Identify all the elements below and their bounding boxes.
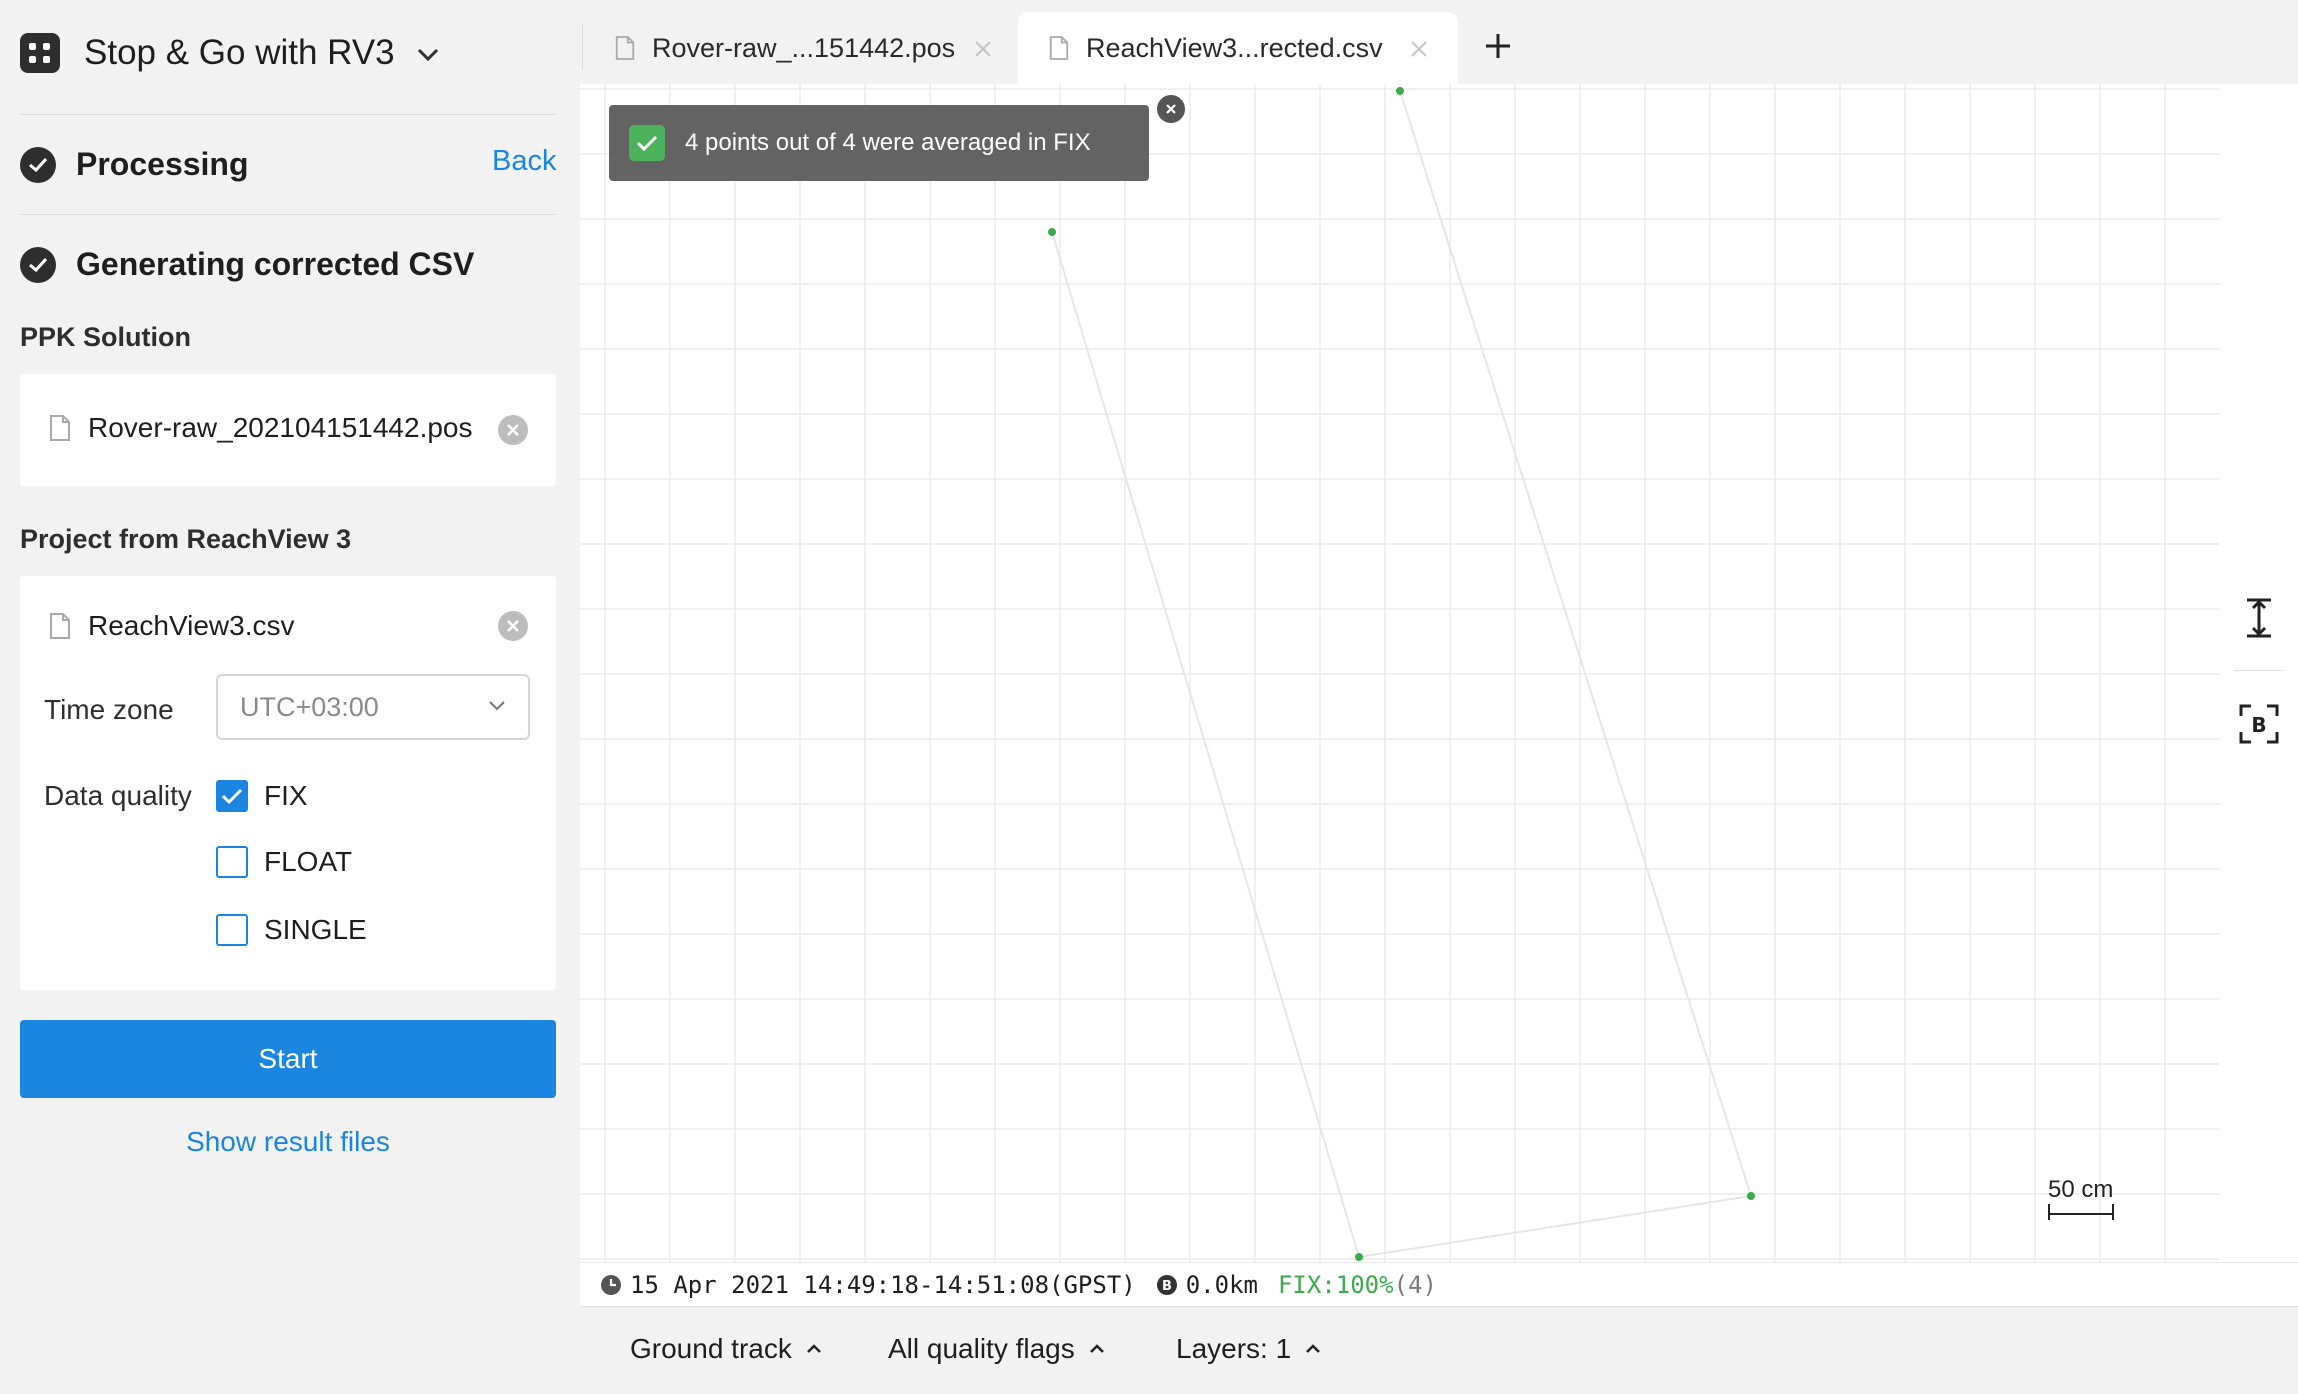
ground-track <box>1048 87 1755 1261</box>
tab-label: ReachView3...rected.csv <box>1086 32 1383 63</box>
tab-reachview-csv[interactable]: ReachView3...rected.csv <box>1018 12 1458 84</box>
project-file-row: ReachView3.csv <box>48 610 294 642</box>
tab-rover-pos[interactable]: Rover-raw_...151442.pos <box>612 12 1016 84</box>
timezone-select[interactable]: UTC+03:00 <box>216 674 530 740</box>
checkbox-label: FLOAT <box>264 846 353 877</box>
quality-label: Data quality <box>44 780 192 811</box>
chevron-down-icon <box>489 701 505 711</box>
timezone-value: UTC+03:00 <box>240 692 379 722</box>
app-grid-icon[interactable] <box>20 33 60 73</box>
timezone-label: Time zone <box>44 694 174 725</box>
project-file-name: ReachView3.csv <box>88 610 295 641</box>
plus-icon[interactable] <box>1480 28 1516 64</box>
chevron-up-icon <box>1089 1344 1104 1353</box>
project-card: ReachView3.csv Time zone UTC+03:00 Data … <box>20 576 556 990</box>
back-link[interactable]: Back <box>492 145 556 178</box>
clear-icon[interactable] <box>498 611 528 641</box>
quality-flags-dropdown[interactable]: All quality flags <box>888 1333 1105 1365</box>
tab-label: Rover-raw_...151442.pos <box>652 32 956 63</box>
close-icon[interactable] <box>974 40 992 58</box>
ppk-section-title: PPK Solution <box>20 322 191 352</box>
map-canvas[interactable]: 4 points out of 4 were averaged in FIX 5… <box>580 84 2220 1262</box>
track-point[interactable] <box>1396 87 1404 95</box>
checkbox-checked[interactable] <box>216 780 248 812</box>
base-icon: B <box>1156 1274 1178 1296</box>
chevron-up-icon <box>1306 1344 1321 1353</box>
status-time-range: 15 Apr 2021 14:49:18-14:51:08(GPST) <box>630 1270 1136 1299</box>
divider <box>20 214 556 215</box>
checkbox-label: FIX <box>264 780 308 811</box>
bottom-bar: Ground track All quality flags Layers: 1 <box>580 1306 2298 1394</box>
check-icon <box>629 125 665 161</box>
show-results-link[interactable]: Show result files <box>20 1126 556 1158</box>
quality-float-checkbox[interactable]: FLOAT <box>216 846 352 878</box>
dropdown-label: All quality flags <box>888 1333 1075 1364</box>
status-bar: 15 Apr 2021 14:49:18-14:51:08(GPST) B 0.… <box>580 1262 2298 1306</box>
status-fix: FIX:100% <box>1277 1270 1394 1299</box>
dropdown-label: Layers: 1 <box>1176 1333 1292 1364</box>
toast-text: 4 points out of 4 were averaged in FIX <box>685 129 1091 156</box>
check-circle-icon <box>20 246 56 283</box>
step-processing: Processing <box>20 146 249 183</box>
track-point[interactable] <box>1355 1253 1363 1261</box>
chevron-down-icon[interactable] <box>417 48 439 62</box>
divider <box>20 114 556 115</box>
ppk-file-name: Rover-raw_202104151442.pos <box>88 412 473 443</box>
clock-icon <box>600 1274 622 1296</box>
step-label: Processing <box>76 146 249 182</box>
ppk-file-card: Rover-raw_202104151442.pos <box>20 374 556 486</box>
scale-label: 50 cm <box>2048 1176 2114 1203</box>
file-icon <box>1049 36 1069 60</box>
app-header[interactable]: Stop & Go with RV3 <box>20 30 439 76</box>
close-icon[interactable] <box>1155 93 1187 125</box>
divider <box>2234 670 2284 671</box>
quality-fix-checkbox[interactable]: FIX <box>216 780 308 812</box>
status-distance: 0.0km <box>1185 1270 1258 1299</box>
svg-text:B: B <box>2251 713 2266 737</box>
checkbox-unchecked[interactable] <box>216 914 248 946</box>
file-icon <box>615 36 635 60</box>
map-tools: B <box>2220 84 2298 1262</box>
project-section-title: Project from ReachView 3 <box>20 524 352 554</box>
ground-track-dropdown[interactable]: Ground track <box>630 1333 822 1365</box>
step-label: Generating corrected CSV <box>76 246 475 282</box>
checkbox-unchecked[interactable] <box>216 846 248 878</box>
status-count: (4) <box>1393 1270 1437 1299</box>
layers-dropdown[interactable]: Layers: 1 <box>1176 1333 1321 1365</box>
ppk-file-row: Rover-raw_202104151442.pos <box>48 412 473 444</box>
svg-text:B: B <box>1162 1279 1172 1294</box>
step-generating: Generating corrected CSV <box>20 246 474 283</box>
clear-icon[interactable] <box>498 415 528 445</box>
checkbox-label: SINGLE <box>264 914 367 945</box>
divider <box>582 24 583 70</box>
sidebar: Stop & Go with RV3 Processing Back Gener… <box>0 0 580 1394</box>
app-title[interactable]: Stop & Go with RV3 <box>84 33 395 73</box>
check-circle-icon <box>20 146 56 183</box>
close-icon[interactable] <box>1410 40 1428 58</box>
dropdown-label: Ground track <box>630 1333 792 1364</box>
track-point[interactable] <box>1747 1192 1755 1200</box>
toast: 4 points out of 4 were averaged in FIX <box>609 93 1187 181</box>
scale-ruler <box>2048 1204 2114 1220</box>
file-icon <box>50 613 70 639</box>
file-icon <box>50 415 70 441</box>
scale-bar: 50 cm <box>2048 1176 2114 1225</box>
base-icon[interactable]: B <box>2239 704 2279 744</box>
track-line <box>1051 90 1753 1259</box>
zoom-vertical-icon[interactable] <box>2239 598 2279 638</box>
track-point[interactable] <box>1048 228 1056 236</box>
quality-single-checkbox[interactable]: SINGLE <box>216 914 367 946</box>
chevron-up-icon <box>806 1344 821 1353</box>
start-button[interactable]: Start <box>20 1020 556 1098</box>
